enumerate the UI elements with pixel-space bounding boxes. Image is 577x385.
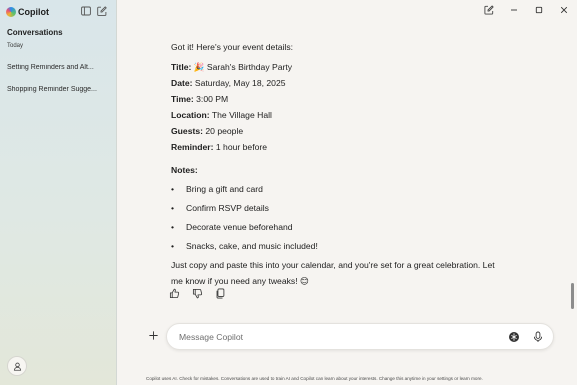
sidebar-header: Copilot <box>6 5 112 19</box>
profile-button[interactable] <box>7 356 27 376</box>
field-value: 1 hour before <box>215 142 268 152</box>
conversation-item[interactable]: Setting Reminders and Alt... <box>7 64 111 71</box>
disclaimer-end: . <box>481 376 483 381</box>
closing-text-2: me know if you need any tweaks! 😊 <box>171 276 309 286</box>
field-value: Saturday, May 18, 2025 <box>194 78 286 88</box>
note-text: Snacks, cake, and music included! <box>186 241 318 251</box>
smart-mode-button[interactable] <box>507 330 521 344</box>
message-composer <box>166 323 554 350</box>
note-text: Bring a gift and card <box>186 184 263 194</box>
field-value: 20 people <box>205 126 244 136</box>
disclaimer-text: Copilot uses AI. Check for mistakes. Con… <box>146 376 438 381</box>
close-icon[interactable] <box>559 5 569 15</box>
field-value: The Village Hall <box>211 110 272 120</box>
microphone-button[interactable] <box>531 330 545 344</box>
minimize-icon[interactable] <box>509 5 519 15</box>
scrollbar-thumb[interactable] <box>571 283 574 309</box>
list-item: • Decorate venue beforehand <box>171 222 293 232</box>
smart-mode-icon <box>509 332 519 342</box>
list-item: • Bring a gift and card <box>171 184 263 194</box>
event-field-guests: Guests: 20 people <box>171 126 243 136</box>
list-item: • Snacks, cake, and music included! <box>171 241 318 251</box>
plus-icon <box>148 330 158 340</box>
thumbs-down-icon[interactable] <box>191 287 203 299</box>
closing-text: Just copy and paste this into your calen… <box>171 260 495 270</box>
compose-icon[interactable] <box>484 5 494 15</box>
disclaimer-or: or <box>452 376 460 381</box>
new-chat-icon[interactable] <box>97 6 107 16</box>
list-item: • Confirm RSVP details <box>171 203 269 213</box>
today-label: Today <box>7 43 24 49</box>
field-value: 3:00 PM <box>196 94 229 104</box>
disclaimer-footer: Copilot uses AI. Check for mistakes. Con… <box>146 376 556 381</box>
microphone-icon <box>533 331 543 342</box>
field-value: 🎉 Sarah's Birthday Party <box>193 62 293 72</box>
app-name: Copilot <box>18 7 49 17</box>
event-field-location: Location: The Village Hall <box>171 110 272 120</box>
note-text: Decorate venue beforehand <box>186 222 293 232</box>
conversation-item[interactable]: Shopping Reminder Sugge... <box>7 86 111 93</box>
event-field-title: Title: 🎉 Sarah's Birthday Party <box>171 62 292 73</box>
event-field-date: Date: Saturday, May 18, 2025 <box>171 78 286 88</box>
settings-link[interactable]: settings <box>437 376 453 381</box>
field-label: Guests: <box>171 126 203 136</box>
field-label: Date: <box>171 78 193 88</box>
event-field-time: Time: 3:00 PM <box>171 94 228 104</box>
message-intro: Got it! Here's your event details: <box>171 42 294 52</box>
message-actions <box>168 287 237 299</box>
add-attachment-button[interactable] <box>146 328 160 342</box>
field-label: Title: <box>171 62 192 72</box>
user-icon <box>13 362 21 371</box>
notes-heading: Notes: <box>171 165 198 175</box>
field-label: Time: <box>171 94 194 104</box>
copy-icon[interactable] <box>214 287 226 299</box>
sidebar: Copilot Conversations Today Setting Remi… <box>0 0 117 385</box>
maximize-icon[interactable] <box>534 5 544 15</box>
sidebar-toggle-icon[interactable] <box>81 6 91 16</box>
field-label: Location: <box>171 110 210 120</box>
copilot-logo-icon <box>6 7 16 17</box>
learn-more-link[interactable]: learn more <box>460 376 482 381</box>
event-field-reminder: Reminder: 1 hour before <box>171 142 267 152</box>
conversations-heading: Conversations <box>7 28 63 37</box>
message-input[interactable] <box>179 330 499 344</box>
note-text: Confirm RSVP details <box>186 203 269 213</box>
field-label: Reminder: <box>171 142 214 152</box>
app-logo[interactable]: Copilot <box>6 5 49 19</box>
thumbs-up-icon[interactable] <box>168 287 180 299</box>
